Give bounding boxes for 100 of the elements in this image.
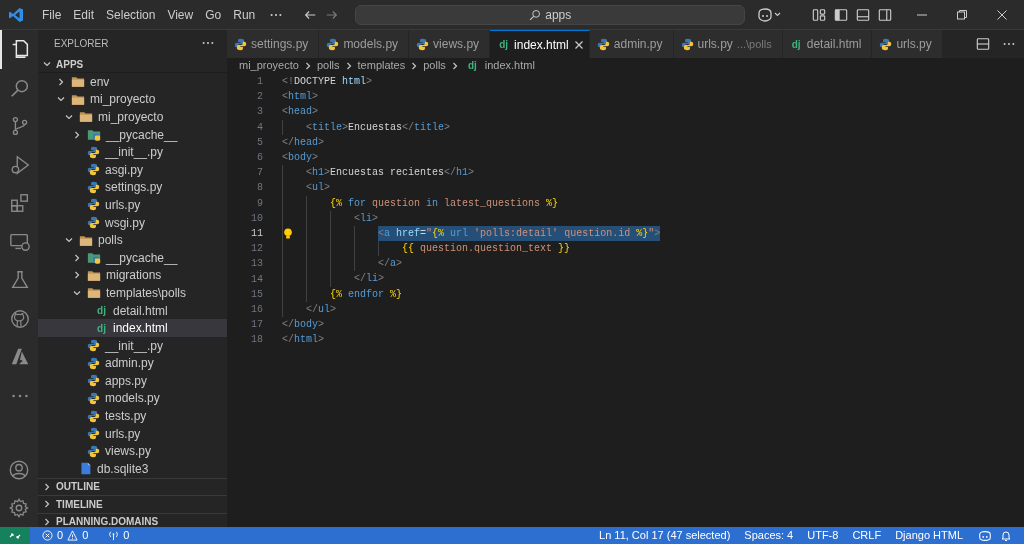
line-number: 3 (256, 105, 263, 120)
line-number: 18 (250, 333, 263, 348)
tree-item[interactable]: db.sqlite3 (38, 460, 227, 478)
panel-toggle-icon[interactable] (856, 7, 870, 22)
line-number: 6 (256, 151, 263, 166)
code-line: </li> (354, 272, 385, 287)
code-line: <h1>Encuestas recientes</h1> (306, 166, 475, 181)
code-line: {{ question.question_text }} (402, 242, 571, 257)
menu-item[interactable]: Selection (100, 3, 162, 26)
tree-item[interactable]: urls.py (38, 424, 227, 443)
breadcrumb-item[interactable]: templates (357, 57, 406, 74)
menu-item[interactable]: File (36, 3, 68, 26)
folder-icon (87, 286, 101, 300)
line-number: 4 (256, 120, 263, 135)
editor-tab[interactable]: models.py (319, 30, 410, 58)
remote-button[interactable] (0, 527, 30, 544)
line-number: 12 (250, 242, 263, 257)
copilot-icon[interactable] (757, 7, 782, 22)
copilot-icon[interactable] (978, 529, 992, 542)
tree-item[interactable]: dj detail.html (38, 301, 227, 320)
line-number: 5 (256, 135, 263, 150)
folder-icon (87, 251, 101, 265)
app-logo-icon[interactable] (8, 6, 24, 23)
line-number: 11 (250, 226, 263, 241)
editor-tab[interactable]: admin.py (589, 30, 674, 58)
bell-icon[interactable] (1000, 529, 1012, 542)
panel-section-header[interactable]: OUTLINE (38, 477, 227, 496)
sidebar-toggle-icon[interactable] (834, 7, 848, 22)
tree-item[interactable]: migrations (38, 266, 227, 285)
python-icon (596, 37, 610, 51)
tree-item[interactable]: wsgi.py (38, 213, 227, 232)
restore-icon[interactable] (956, 8, 968, 21)
search-icon (529, 8, 542, 21)
lightbulb-icon[interactable] (283, 227, 293, 239)
tree-item[interactable]: __init__.py (38, 336, 227, 355)
python-icon (87, 216, 100, 230)
tree-section-header[interactable]: APPS (38, 56, 227, 73)
code-line: {% endfor %} (330, 287, 403, 302)
menu-item[interactable]: Run (227, 3, 262, 26)
tree-item[interactable]: models.py (38, 389, 227, 408)
breadcrumb-item[interactable]: polls (423, 57, 446, 74)
play-bug-icon[interactable] (9, 153, 31, 176)
django-icon: dj (95, 320, 108, 336)
chevron-icon (72, 252, 82, 263)
python-icon (416, 37, 430, 51)
tree-item[interactable]: apps.py (38, 372, 227, 390)
github-icon[interactable] (9, 307, 31, 330)
account-icon[interactable] (8, 459, 30, 481)
panel-section-header[interactable]: TIMELINE (38, 495, 227, 513)
menu-item[interactable]: Go (199, 3, 228, 26)
close-icon[interactable] (996, 8, 1008, 21)
status-item[interactable]: Spaces: 4 (737, 527, 801, 544)
tree-item[interactable]: polls (38, 231, 227, 249)
editor-tab[interactable]: urls.py ...\polls (673, 30, 783, 58)
django-icon: dj (789, 36, 803, 52)
python-icon (87, 392, 100, 405)
folder-icon (71, 75, 85, 89)
python-icon (87, 444, 100, 458)
menu-item[interactable]: Edit (67, 3, 101, 26)
tree-item[interactable]: views.py (38, 442, 227, 461)
settings-icon[interactable] (8, 497, 30, 519)
code-line: <title>Encuestas</title> (306, 120, 451, 135)
tree-item[interactable]: templates\polls (38, 284, 227, 302)
split-editor-icon[interactable] (976, 37, 990, 51)
close-icon[interactable] (572, 38, 585, 51)
breadcrumb-item[interactable]: polls (316, 57, 340, 74)
editor-tab[interactable]: views.py (409, 30, 491, 58)
editor-tab[interactable]: settings.py (227, 30, 320, 58)
tree-item[interactable]: asgi.py (38, 160, 227, 179)
extensions-icon[interactable] (9, 192, 31, 215)
menu-item[interactable]: View (161, 3, 200, 26)
python-icon (326, 37, 340, 51)
search-field[interactable]: apps (355, 4, 746, 25)
tree-item[interactable]: __pycache__ (38, 125, 227, 144)
tree-item[interactable]: dj index.html (38, 319, 227, 337)
status-item[interactable]: UTF-8 (800, 527, 846, 544)
tree-item[interactable]: mi_proyecto (38, 90, 227, 109)
python-icon (87, 163, 100, 177)
tree-item[interactable]: tests.py (38, 407, 227, 425)
editor-tab[interactable]: urls.py (872, 30, 943, 58)
editor-tab[interactable]: dj detail.html (782, 30, 873, 58)
status-item[interactable]: Django HTML (888, 527, 970, 544)
status-item[interactable]: CRLF (845, 527, 889, 544)
chevron-icon (42, 499, 52, 510)
tree-item[interactable]: mi_proyecto (38, 108, 227, 126)
breadcrumb-item[interactable]: mi_proyecto (239, 57, 299, 74)
layout-icon[interactable] (812, 7, 826, 22)
status-item[interactable]: Ln 11, Col 17 (47 selected) (592, 527, 738, 544)
tree-item[interactable]: env (38, 73, 227, 91)
editor-tab[interactable]: dj index.html (490, 30, 590, 58)
django-icon: dj (497, 37, 511, 52)
tree-item[interactable]: __init__.py (38, 143, 227, 161)
tree-item[interactable]: __pycache__ (38, 248, 227, 267)
tree-item[interactable]: admin.py (38, 354, 227, 373)
tree-item[interactable]: urls.py (38, 196, 227, 214)
tree-item[interactable]: settings.py (38, 178, 227, 197)
breadcrumb-item[interactable]: index.html (484, 57, 535, 74)
code-line: </a> (378, 257, 403, 272)
secondary-sidebar-icon[interactable] (878, 7, 892, 22)
python-icon (87, 356, 100, 370)
